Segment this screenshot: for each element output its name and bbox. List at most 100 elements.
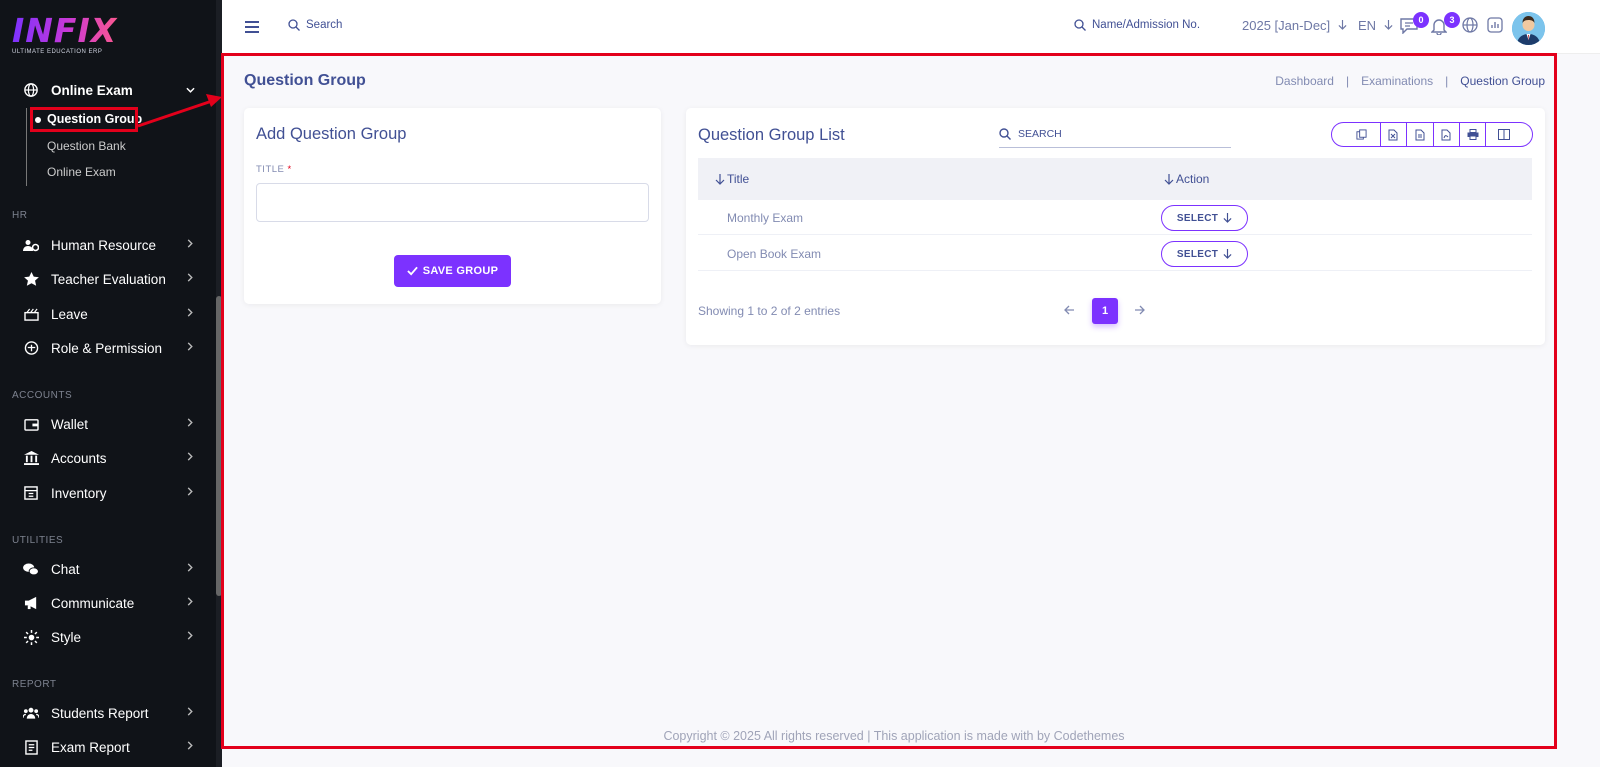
sidebar-item-label: Online Exam — [51, 82, 133, 98]
star-icon — [21, 272, 41, 286]
sidebar-item-inventory[interactable]: Inventory — [0, 478, 216, 508]
arrow-down-icon — [1223, 213, 1232, 223]
sidebar-item-label: Inventory — [51, 485, 107, 501]
chevron-right-icon — [182, 487, 198, 499]
chevron-right-icon — [182, 239, 198, 251]
sidebar-item-style[interactable]: Style — [0, 622, 216, 652]
column-visibility-button[interactable] — [1486, 123, 1532, 146]
brand-logo[interactable]: INFIX ULTIMATE EDUCATION ERP — [12, 14, 122, 60]
sidebar-item-teacher-evaluation[interactable]: Teacher Evaluation — [0, 264, 216, 294]
table-row: Monthly Exam SELECT — [698, 200, 1532, 235]
sidebar-item-label: Teacher Evaluation — [51, 271, 166, 287]
cell-title: Monthly Exam — [727, 211, 804, 225]
breadcrumb-separator: | — [1445, 74, 1449, 88]
sidebar-subitem-question-bank[interactable]: Question Bank — [47, 139, 126, 153]
pdf-file-icon — [1441, 129, 1451, 140]
pagination-next[interactable] — [1134, 302, 1145, 320]
arrow-left-icon — [1064, 305, 1074, 315]
copy-button[interactable] — [1332, 123, 1381, 146]
users-cog-icon — [21, 239, 41, 252]
page-title: Question Group — [244, 72, 366, 89]
pagination-page-current[interactable]: 1 — [1092, 298, 1118, 324]
sidebar-item-communicate[interactable]: Communicate — [0, 588, 216, 618]
arrow-down-icon — [1384, 20, 1393, 30]
search-icon — [288, 19, 300, 31]
printer-icon — [1467, 129, 1479, 140]
inventory-icon — [21, 486, 41, 500]
columns-icon — [1498, 129, 1511, 140]
csv-button[interactable] — [1407, 123, 1434, 146]
chevron-right-icon — [182, 342, 198, 354]
website-button[interactable] — [1462, 17, 1482, 37]
sidebar-item-human-resource[interactable]: Human Resource — [0, 230, 216, 260]
chat-button[interactable]: 0 — [1400, 12, 1429, 37]
save-group-label: SAVE GROUP — [422, 265, 499, 277]
sidebar-subitem-online-exam[interactable]: Online Exam — [47, 165, 116, 179]
language-select[interactable]: EN — [1358, 18, 1393, 33]
sort-arrow-icon — [1164, 173, 1174, 185]
sidebar-item-accounts[interactable]: Accounts — [0, 443, 216, 473]
section-title-accounts: ACCOUNTS — [12, 390, 73, 401]
bank-icon — [21, 451, 41, 465]
list-search[interactable] — [999, 121, 1231, 148]
excel-file-icon — [1388, 129, 1398, 140]
title-input[interactable] — [256, 183, 649, 222]
sidebar-item-students-report[interactable]: Students Report — [0, 698, 216, 728]
arrow-right-icon — [1135, 305, 1145, 315]
avatar[interactable] — [1512, 12, 1545, 45]
chevron-right-icon — [182, 418, 198, 430]
users-icon — [21, 707, 41, 719]
column-header-action[interactable]: Action — [1164, 172, 1209, 186]
sidebar-item-label: Exam Report — [51, 739, 130, 755]
required-mark: * — [287, 164, 292, 175]
pdf-button[interactable] — [1434, 123, 1460, 146]
top-header: Search Name/Admission No. 2025 [Jan-Dec]… — [222, 0, 1600, 54]
user-avatar-icon — [1512, 12, 1545, 45]
sidebar-item-online-exam[interactable]: Online Exam — [0, 75, 216, 105]
breadcrumb-separator: | — [1345, 74, 1350, 88]
arrow-down-icon — [1338, 20, 1347, 30]
leave-icon — [21, 308, 41, 321]
academic-year-select[interactable]: 2025 [Jan-Dec] — [1242, 18, 1347, 33]
list-heading: Question Group List — [698, 126, 845, 144]
menu-toggle-icon[interactable] — [245, 21, 259, 33]
chevron-right-icon — [182, 273, 198, 285]
pagination-prev[interactable] — [1064, 302, 1075, 320]
column-header-title[interactable]: Title — [715, 172, 749, 186]
student-search[interactable]: Name/Admission No. — [1074, 19, 1200, 31]
wallet-icon — [21, 418, 41, 431]
breadcrumb-dashboard[interactable]: Dashboard — [1275, 74, 1334, 88]
sidebar-item-leave[interactable]: Leave — [0, 299, 216, 329]
notification-button[interactable]: 3 — [1430, 12, 1460, 37]
column-header-label: Action — [1176, 172, 1210, 186]
style-icon — [21, 629, 41, 645]
list-search-input[interactable] — [1018, 128, 1208, 140]
export-toolbar — [1331, 122, 1533, 147]
sidebar-item-label: Human Resource — [51, 237, 157, 253]
entries-info: Showing 1 to 2 of 2 entries — [698, 304, 841, 318]
analytics-button[interactable] — [1487, 17, 1507, 37]
save-group-button[interactable]: SAVE GROUP — [394, 255, 511, 287]
breadcrumb-examinations[interactable]: Examinations — [1361, 74, 1433, 88]
excel-button[interactable] — [1381, 123, 1408, 146]
permission-icon — [21, 341, 41, 355]
sidebar-item-label: Students Report — [51, 705, 149, 721]
megaphone-icon — [21, 596, 41, 610]
title-label-text: TITLE — [256, 164, 285, 175]
highlight-box — [30, 107, 138, 132]
sidebar-item-role-permission[interactable]: Role & Permission — [0, 333, 216, 363]
sidebar-item-wallet[interactable]: Wallet — [0, 409, 216, 439]
global-search[interactable]: Search — [288, 19, 342, 31]
select-action-button[interactable]: SELECT — [1161, 205, 1248, 231]
select-action-button[interactable]: SELECT — [1161, 241, 1248, 267]
chevron-right-icon — [182, 597, 198, 609]
chevron-right-icon — [182, 741, 198, 753]
sidebar-item-label: Wallet — [51, 416, 89, 432]
print-button[interactable] — [1460, 123, 1487, 146]
add-question-group-card: Add Question Group TITLE * SAVE GROUP — [244, 108, 661, 304]
chart-icon — [1487, 17, 1503, 33]
section-title-hr: HR — [12, 210, 28, 221]
sidebar-item-chat[interactable]: Chat — [0, 554, 216, 584]
add-form-heading: Add Question Group — [256, 125, 407, 143]
sidebar-item-exam-report[interactable]: Exam Report — [0, 732, 216, 762]
